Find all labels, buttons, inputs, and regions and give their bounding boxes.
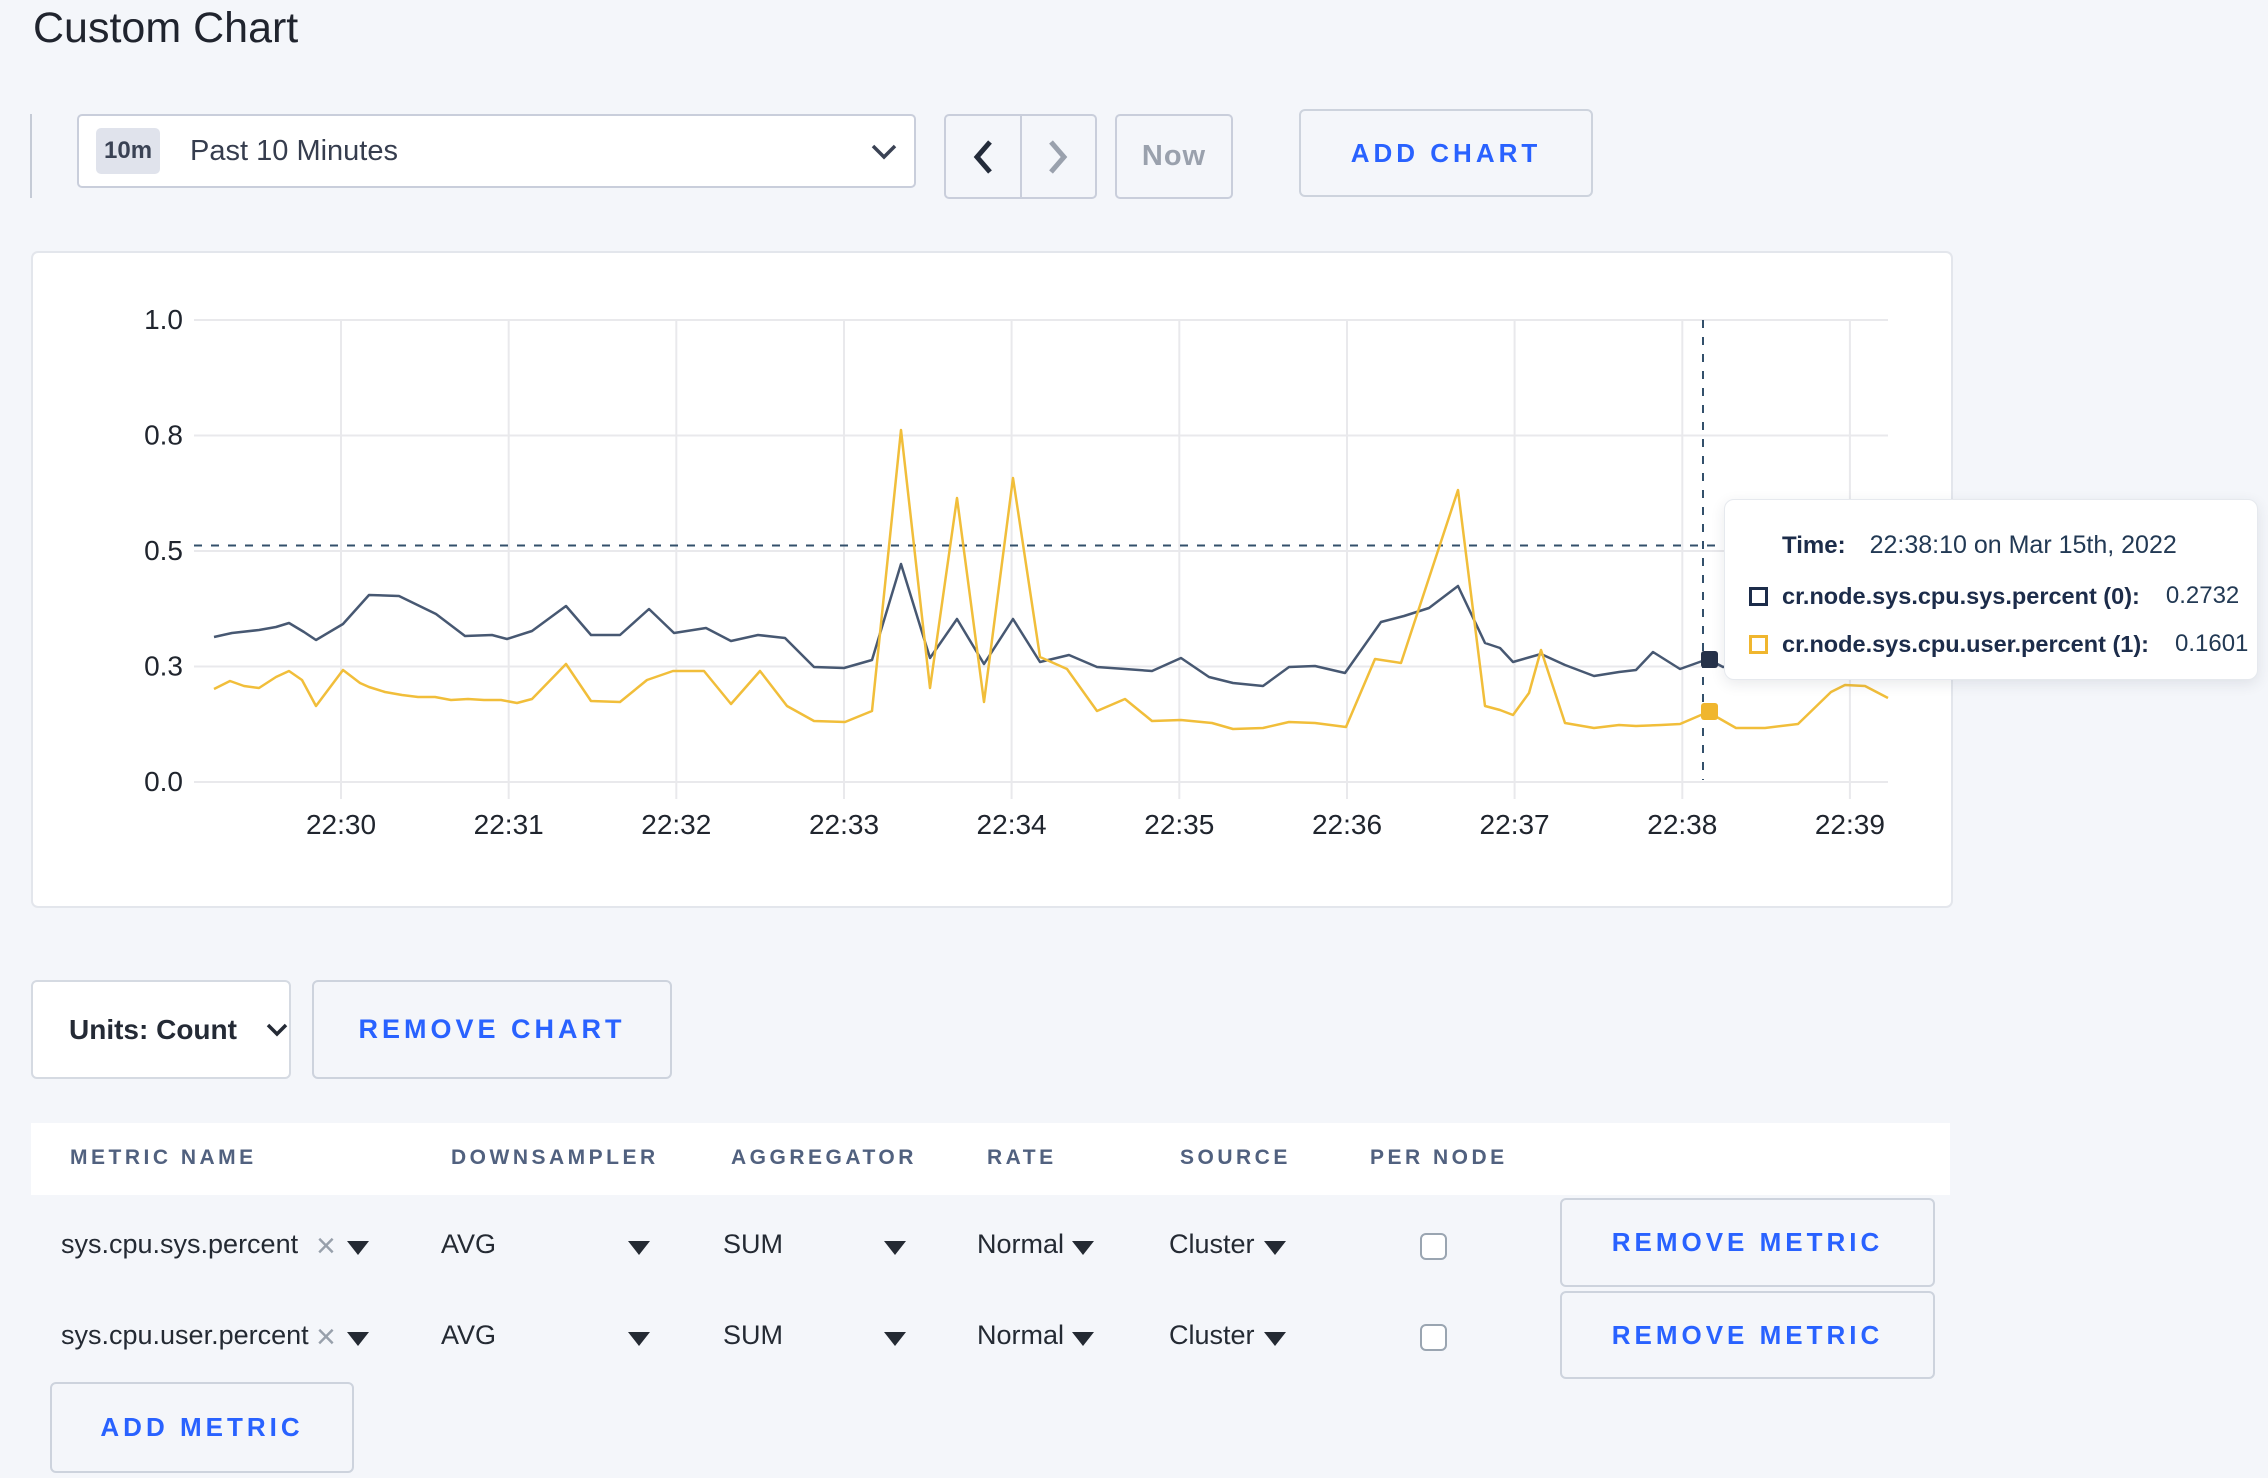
svg-text:22:37: 22:37 bbox=[1480, 809, 1550, 840]
svg-text:0.5: 0.5 bbox=[144, 535, 183, 566]
svg-text:22:36: 22:36 bbox=[1312, 809, 1382, 840]
svg-text:22:30: 22:30 bbox=[306, 809, 376, 840]
svg-text:22:33: 22:33 bbox=[809, 809, 879, 840]
svg-text:22:35: 22:35 bbox=[1144, 809, 1214, 840]
svg-text:0.8: 0.8 bbox=[144, 420, 183, 451]
svg-text:22:34: 22:34 bbox=[977, 809, 1047, 840]
svg-text:1.0: 1.0 bbox=[144, 304, 183, 335]
svg-text:0.3: 0.3 bbox=[144, 651, 183, 682]
svg-text:22:38: 22:38 bbox=[1647, 809, 1717, 840]
svg-text:22:32: 22:32 bbox=[641, 809, 711, 840]
svg-text:22:31: 22:31 bbox=[474, 809, 544, 840]
svg-text:0.0: 0.0 bbox=[144, 766, 183, 797]
svg-text:22:39: 22:39 bbox=[1815, 809, 1885, 840]
